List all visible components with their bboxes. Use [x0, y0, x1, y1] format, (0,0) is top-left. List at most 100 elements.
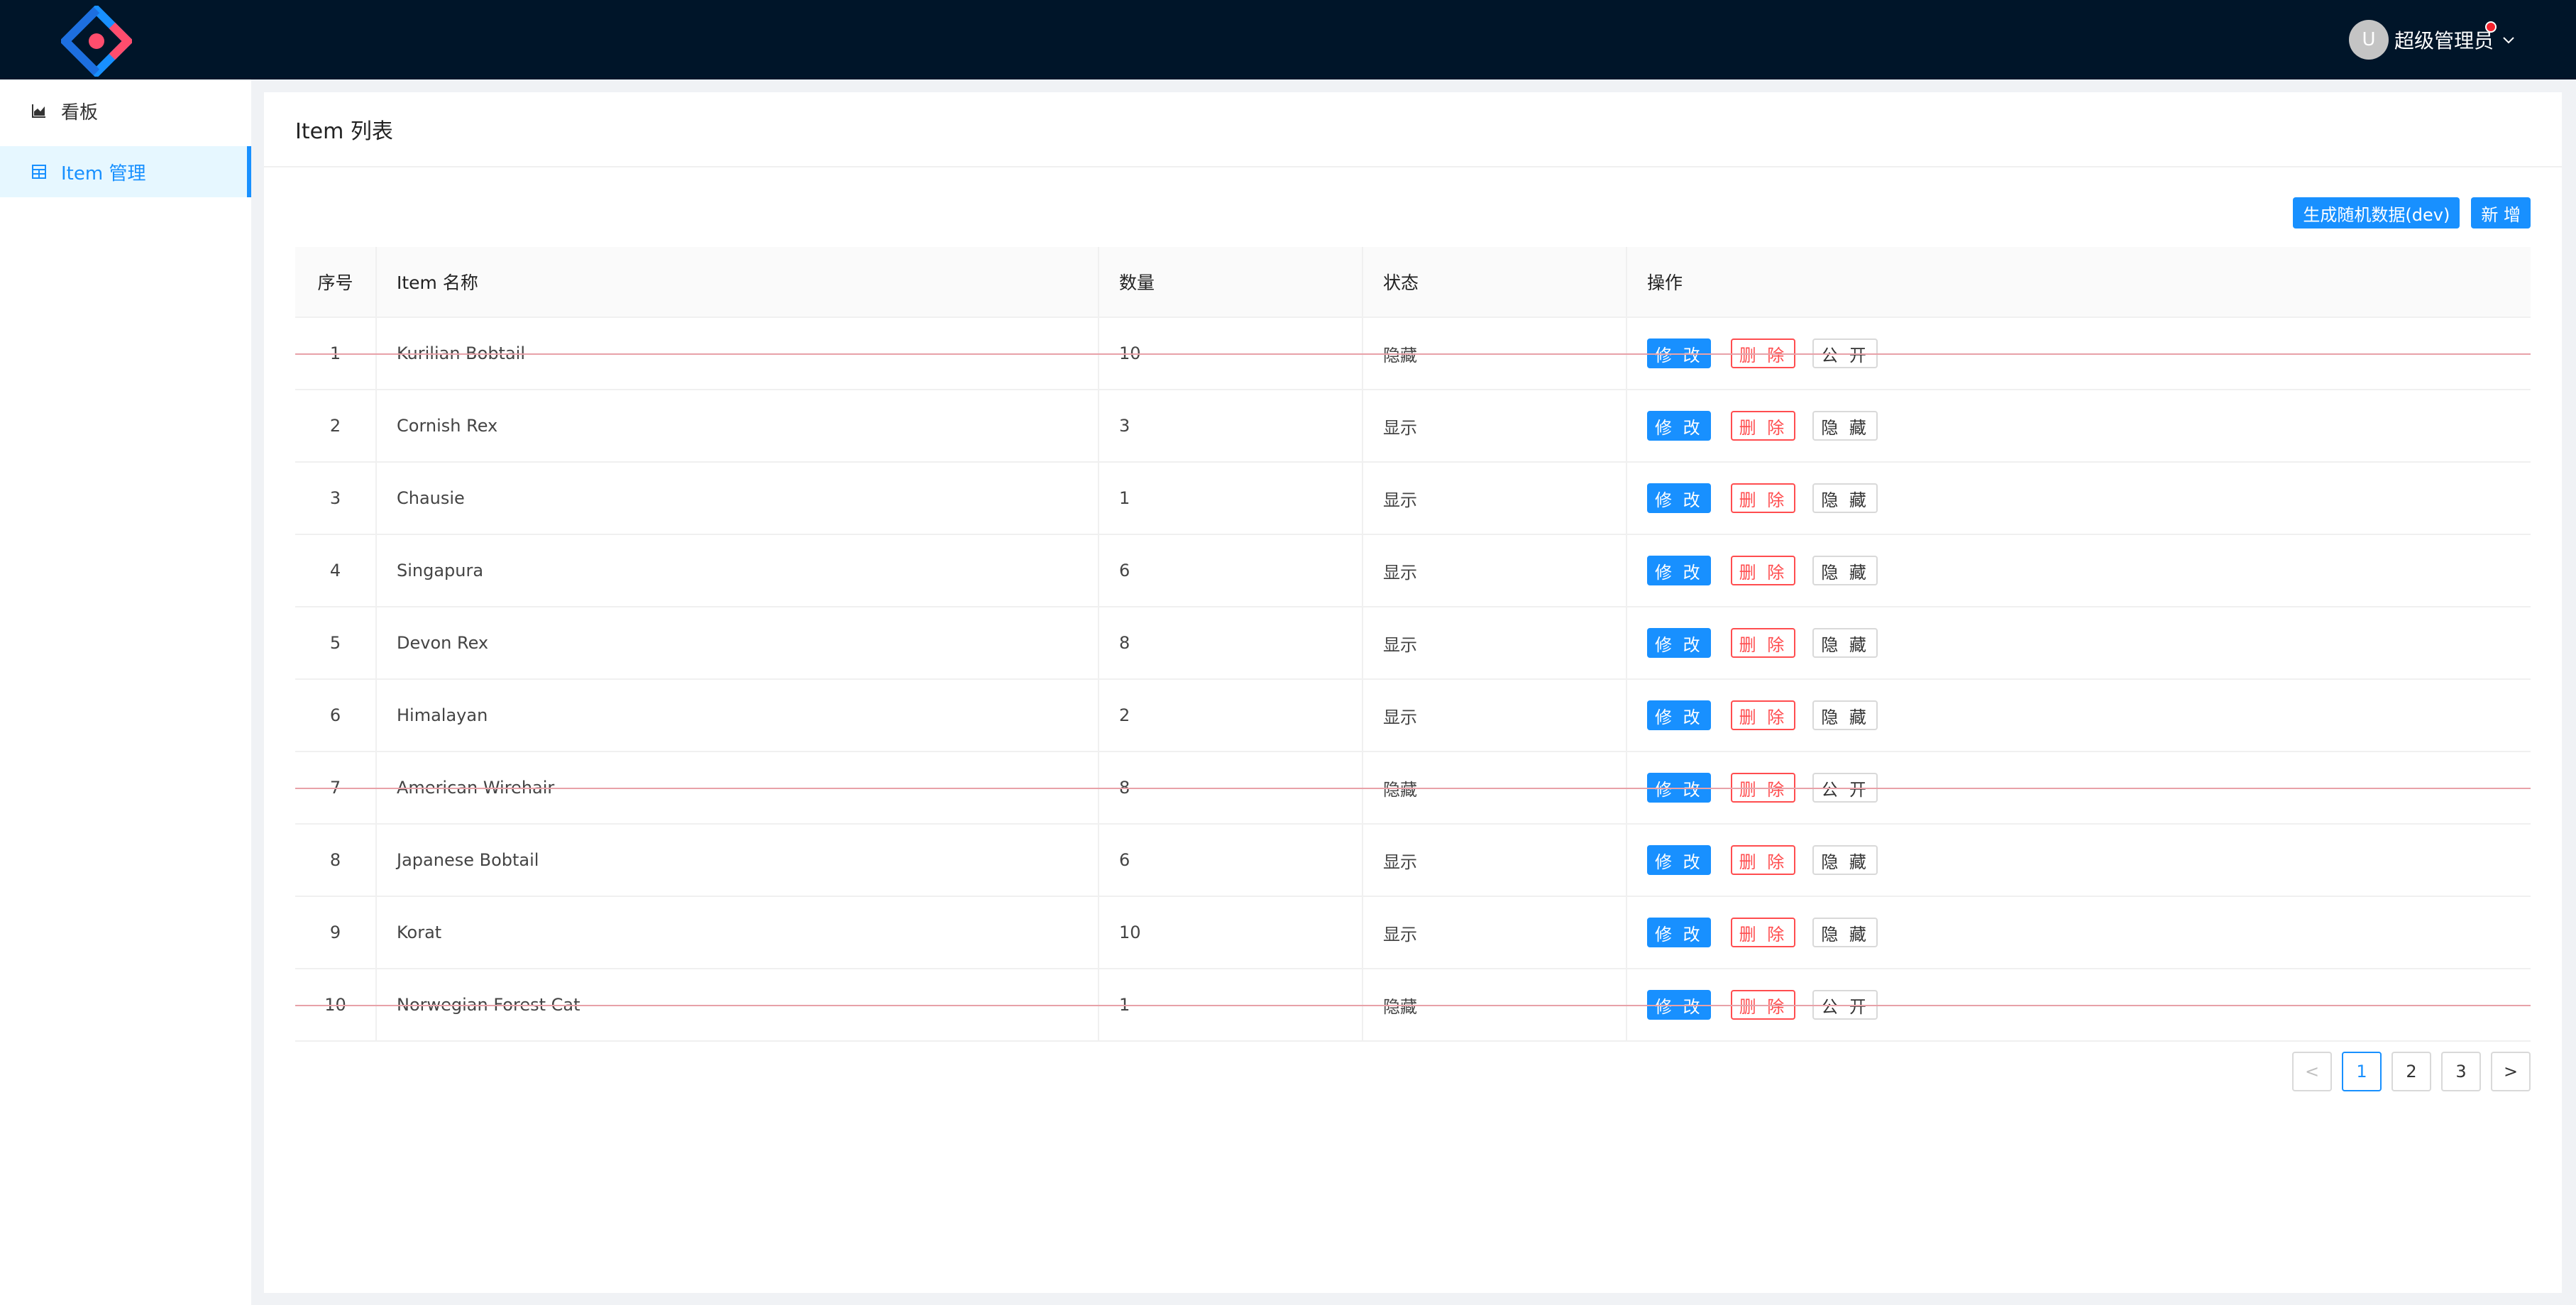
- hide-button[interactable]: 隐 藏: [1812, 700, 1878, 730]
- row-quantity: 10: [1098, 317, 1363, 390]
- row-index: 10: [295, 969, 2531, 1042]
- hide-button[interactable]: 隐 藏: [1812, 845, 1878, 875]
- row-actions: 修 改删 除隐 藏: [1626, 462, 2531, 535]
- chevron-down-icon[interactable]: [2502, 31, 2515, 49]
- edit-button[interactable]: 修 改: [1647, 411, 1711, 441]
- hide-button[interactable]: 隐 藏: [1812, 628, 1878, 658]
- hide-button[interactable]: 隐 藏: [1812, 556, 1878, 585]
- table-body: 1 Kurilian Bobtail 10 隐藏修 改删 除公 开 2 Cornish R…: [295, 317, 2531, 1042]
- delete-button[interactable]: 删 除: [1730, 918, 1796, 947]
- edit-button[interactable]: 修 改: [1647, 845, 1711, 875]
- row-action-group: 修 改删 除隐 藏: [1647, 918, 2511, 947]
- column-header-name: Item 名称: [375, 247, 1099, 318]
- edit-button[interactable]: 修 改: [1647, 773, 1711, 803]
- avatar[interactable]: U: [2348, 20, 2389, 60]
- add-item-button[interactable]: 新 增: [2471, 197, 2531, 228]
- row-status: 隐藏: [1362, 317, 1626, 390]
- row-item-name: Japanese Bobtail: [375, 824, 1099, 897]
- sidebar-item-item-management[interactable]: Item 管理: [0, 146, 251, 197]
- user-menu[interactable]: U 超级管理员: [2348, 20, 2515, 60]
- pagination-page-3[interactable]: 3: [2441, 1052, 2481, 1091]
- row-status: 显示: [1362, 679, 1626, 752]
- row-item-name: Chausie: [375, 462, 1099, 535]
- row-item-name: Korat: [375, 896, 1099, 969]
- row-quantity: 6: [1098, 534, 1363, 607]
- publish-button[interactable]: 公 开: [1812, 338, 1878, 368]
- row-item-name: Devon Rex: [375, 607, 1099, 680]
- row-item-name: American Wirehair: [375, 751, 1099, 825]
- edit-button[interactable]: 修 改: [1647, 990, 1711, 1020]
- table-row: 3 Chausie 1 显示修 改删 除隐 藏: [295, 462, 2531, 535]
- column-header-index: 序号: [295, 247, 376, 318]
- row-index: 3: [295, 462, 376, 535]
- column-header-quantity: 数量: [1098, 247, 1363, 318]
- publish-button[interactable]: 公 开: [1812, 990, 1878, 1020]
- generate-random-data-button[interactable]: 生成随机数据(dev): [2293, 197, 2460, 228]
- table-row: 2 Cornish Rex 3 显示修 改删 除隐 藏: [295, 390, 2531, 463]
- table-row: 8 Japanese Bobtail 6 显示修 改删 除隐 藏: [295, 824, 2531, 897]
- row-actions: 修 改删 除公 开: [1626, 317, 2531, 390]
- row-index: 1: [295, 317, 2531, 390]
- row-index: 5: [295, 607, 376, 680]
- row-item-name: Kurilian Bobtail: [375, 317, 1099, 390]
- row-status: 显示: [1362, 534, 1626, 607]
- top-header: U 超级管理员: [0, 0, 2576, 79]
- row-action-group: 修 改删 除隐 藏: [1647, 411, 2511, 441]
- row-actions: 修 改删 除隐 藏: [1626, 824, 2531, 897]
- table-row: 9 Korat 10 显示修 改删 除隐 藏: [295, 896, 2531, 969]
- row-quantity: 2: [1098, 679, 1363, 752]
- row-quantity: 1: [1098, 969, 1363, 1042]
- delete-button[interactable]: 删 除: [1730, 845, 1796, 875]
- row-action-group: 修 改删 除隐 藏: [1647, 483, 2511, 513]
- row-quantity: 8: [1098, 751, 1363, 825]
- row-actions: 修 改删 除隐 藏: [1626, 534, 2531, 607]
- edit-button[interactable]: 修 改: [1647, 700, 1711, 730]
- row-action-group: 修 改删 除公 开: [1647, 338, 2511, 368]
- row-quantity: 3: [1098, 390, 1363, 463]
- row-index: 8: [295, 824, 376, 897]
- delete-button[interactable]: 删 除: [1730, 411, 1796, 441]
- user-name-text: 超级管理员: [2394, 29, 2494, 53]
- hide-button[interactable]: 隐 藏: [1812, 483, 1878, 513]
- delete-button[interactable]: 删 除: [1730, 556, 1796, 585]
- delete-button[interactable]: 删 除: [1730, 338, 1796, 368]
- delete-button[interactable]: 删 除: [1730, 990, 1796, 1020]
- sidebar-item-dashboard[interactable]: 看板: [0, 85, 251, 136]
- toolbar: 生成随机数据(dev) 新 增: [2293, 197, 2531, 228]
- edit-button[interactable]: 修 改: [1647, 628, 1711, 658]
- main-content: Item 列表 生成随机数据(dev) 新 增 序号 Item 名称 数量 状态…: [264, 92, 2562, 1293]
- delete-button[interactable]: 删 除: [1730, 773, 1796, 803]
- hide-button[interactable]: 隐 藏: [1812, 918, 1878, 947]
- row-quantity: 8: [1098, 607, 1363, 680]
- table-row: 10 Norwegian Forest Cat 1 隐藏修 改删 除公 开: [295, 969, 2531, 1042]
- user-name[interactable]: 超级管理员: [2394, 21, 2497, 54]
- pagination-prev-button[interactable]: <: [2292, 1052, 2332, 1091]
- row-index: 6: [295, 679, 376, 752]
- row-index: 7: [295, 751, 2531, 825]
- hide-button[interactable]: 隐 藏: [1812, 411, 1878, 441]
- delete-button[interactable]: 删 除: [1730, 483, 1796, 513]
- pagination: < 1 2 3 >: [2292, 1052, 2531, 1091]
- row-quantity: 1: [1098, 462, 1363, 535]
- row-index: 9: [295, 896, 376, 969]
- row-actions: 修 改删 除隐 藏: [1626, 607, 2531, 680]
- pagination-next-button[interactable]: >: [2491, 1052, 2531, 1091]
- app-logo-icon[interactable]: [61, 6, 132, 77]
- row-quantity: 10: [1098, 896, 1363, 969]
- row-item-name: Cornish Rex: [375, 390, 1099, 463]
- delete-button[interactable]: 删 除: [1730, 628, 1796, 658]
- edit-button[interactable]: 修 改: [1647, 918, 1711, 947]
- row-action-group: 修 改删 除公 开: [1647, 990, 2511, 1020]
- pagination-page-2[interactable]: 2: [2391, 1052, 2431, 1091]
- row-action-group: 修 改删 除隐 藏: [1647, 628, 2511, 658]
- row-status: 隐藏: [1362, 751, 1626, 825]
- delete-button[interactable]: 删 除: [1730, 700, 1796, 730]
- edit-button[interactable]: 修 改: [1647, 556, 1711, 585]
- row-status: 隐藏: [1362, 969, 1626, 1042]
- sidebar: 看板 Item 管理: [0, 79, 251, 1305]
- row-action-group: 修 改删 除隐 藏: [1647, 556, 2511, 585]
- publish-button[interactable]: 公 开: [1812, 773, 1878, 803]
- pagination-page-1[interactable]: 1: [2342, 1052, 2382, 1091]
- edit-button[interactable]: 修 改: [1647, 483, 1711, 513]
- edit-button[interactable]: 修 改: [1647, 338, 1711, 368]
